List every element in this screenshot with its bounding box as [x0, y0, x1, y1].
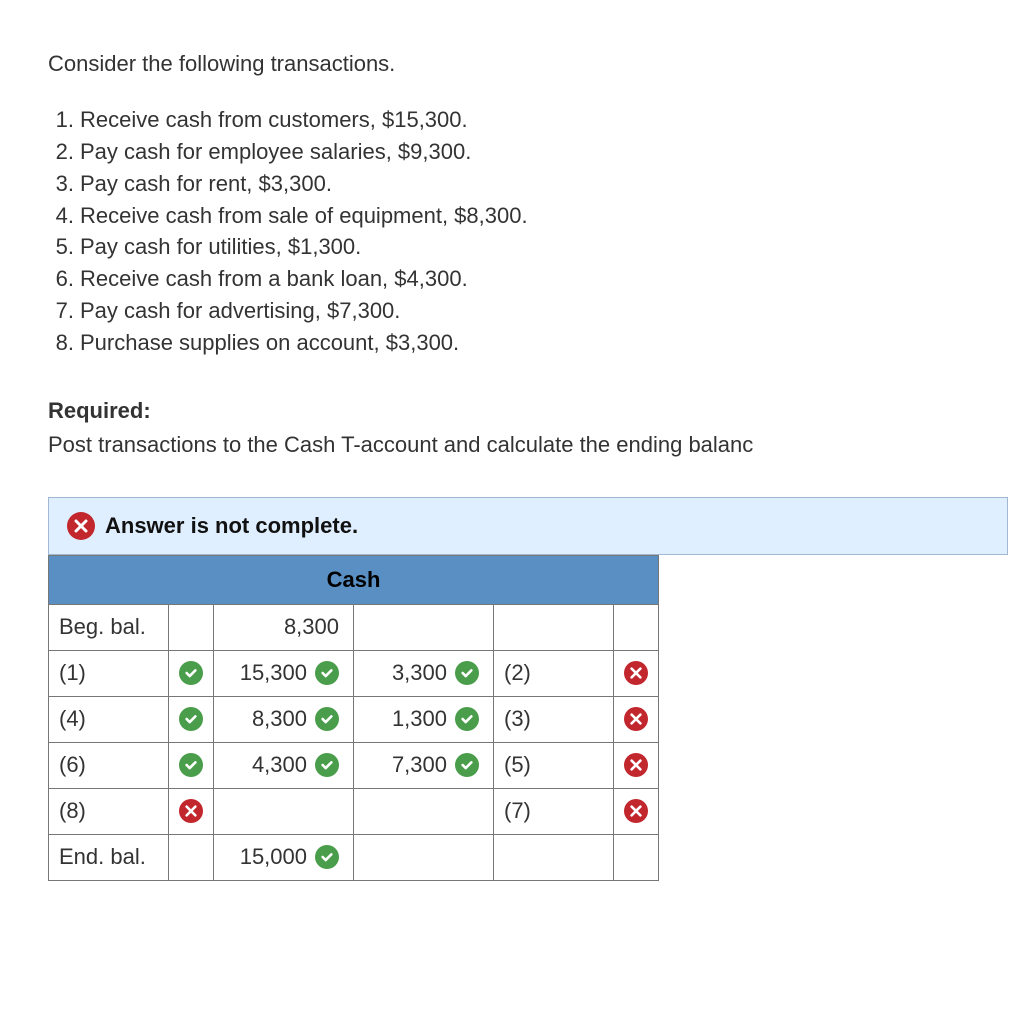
debit-ref-input[interactable]: (4) — [49, 696, 169, 742]
empty-cell — [614, 834, 659, 880]
intro-text: Consider the following transactions. — [48, 48, 1024, 80]
grade-cell — [614, 696, 659, 742]
grade-cell — [169, 788, 214, 834]
transaction-item: 1. Receive cash from customers, $15,300. — [48, 104, 1024, 136]
credit-ref-input[interactable]: (5) — [494, 742, 614, 788]
grade-cell — [169, 696, 214, 742]
table-row: (4) 8,300 1,300 (3) — [49, 696, 659, 742]
end-bal-label: End. bal. — [49, 834, 169, 880]
credit-amount-input[interactable]: 7,300 — [354, 742, 494, 788]
wrong-icon — [624, 753, 648, 777]
alert-message: Answer is not complete. — [105, 510, 358, 542]
tx-text: Receive cash from customers, $15,300. — [80, 104, 468, 136]
table-row: End. bal. 15,000 — [49, 834, 659, 880]
credit-amount-input[interactable]: 1,300 — [354, 696, 494, 742]
required-text: Post transactions to the Cash T-account … — [48, 429, 1024, 461]
check-icon — [179, 707, 203, 731]
tx-number: 4. — [48, 200, 74, 232]
credit-ref-input[interactable]: (2) — [494, 650, 614, 696]
empty-cell — [614, 604, 659, 650]
debit-ref-input[interactable]: (1) — [49, 650, 169, 696]
transaction-item: 6. Receive cash from a bank loan, $4,300… — [48, 263, 1024, 295]
empty-cell — [354, 834, 494, 880]
wrong-icon — [624, 661, 648, 685]
grade-cell — [169, 650, 214, 696]
debit-ref-input[interactable]: (6) — [49, 742, 169, 788]
tx-number: 2. — [48, 136, 74, 168]
check-icon — [315, 845, 339, 869]
amount-value: 4,300 — [237, 749, 307, 781]
credit-ref-input[interactable]: (3) — [494, 696, 614, 742]
amount-value: 15,300 — [237, 657, 307, 689]
transaction-list: 1. Receive cash from customers, $15,300.… — [48, 104, 1024, 359]
tx-number: 5. — [48, 231, 74, 263]
tx-text: Purchase supplies on account, $3,300. — [80, 327, 459, 359]
account-title: Cash — [49, 555, 659, 604]
check-icon — [455, 707, 479, 731]
debit-amount-input[interactable] — [214, 788, 354, 834]
tx-text: Pay cash for rent, $3,300. — [80, 168, 332, 200]
check-icon — [455, 753, 479, 777]
tx-number: 6. — [48, 263, 74, 295]
tx-text: Receive cash from sale of equipment, $8,… — [80, 200, 528, 232]
check-icon — [315, 661, 339, 685]
credit-amount-input[interactable]: 3,300 — [354, 650, 494, 696]
table-row: (6) 4,300 7,300 (5) — [49, 742, 659, 788]
debit-amount-input[interactable]: 8,300 — [214, 696, 354, 742]
wrong-icon — [67, 512, 95, 540]
debit-ref-input[interactable]: (8) — [49, 788, 169, 834]
grade-cell — [614, 742, 659, 788]
credit-amount-input[interactable] — [354, 788, 494, 834]
grade-cell — [614, 788, 659, 834]
amount-value: 8,300 — [269, 611, 339, 643]
amount-value: 8,300 — [237, 703, 307, 735]
check-icon — [315, 707, 339, 731]
tx-number: 3. — [48, 168, 74, 200]
transaction-item: 8. Purchase supplies on account, $3,300. — [48, 327, 1024, 359]
table-row: Beg. bal. 8,300 — [49, 604, 659, 650]
beg-bal-label: Beg. bal. — [49, 604, 169, 650]
check-icon — [455, 661, 479, 685]
transaction-item: 5. Pay cash for utilities, $1,300. — [48, 231, 1024, 263]
tx-number: 1. — [48, 104, 74, 136]
check-icon — [315, 753, 339, 777]
wrong-icon — [179, 799, 203, 823]
empty-cell — [169, 834, 214, 880]
transaction-item: 2. Pay cash for employee salaries, $9,30… — [48, 136, 1024, 168]
empty-cell — [169, 604, 214, 650]
amount-value: 15,000 — [237, 841, 307, 873]
cash-t-account: Cash Beg. bal. 8,300 (1) 15,300 — [48, 555, 659, 881]
wrong-icon — [624, 707, 648, 731]
table-row: (1) 15,300 3,300 (2) — [49, 650, 659, 696]
tx-text: Receive cash from a bank loan, $4,300. — [80, 263, 468, 295]
transaction-item: 4. Receive cash from sale of equipment, … — [48, 200, 1024, 232]
tx-number: 8. — [48, 327, 74, 359]
tx-text: Pay cash for employee salaries, $9,300. — [80, 136, 471, 168]
amount-value: 3,300 — [377, 657, 447, 689]
amount-value: 7,300 — [377, 749, 447, 781]
debit-amount-input[interactable]: 15,300 — [214, 650, 354, 696]
check-icon — [179, 753, 203, 777]
answer-incomplete-banner: Answer is not complete. — [48, 497, 1008, 555]
tx-text: Pay cash for utilities, $1,300. — [80, 231, 361, 263]
table-row: (8) (7) — [49, 788, 659, 834]
transaction-item: 3. Pay cash for rent, $3,300. — [48, 168, 1024, 200]
wrong-icon — [624, 799, 648, 823]
debit-amount-input[interactable]: 4,300 — [214, 742, 354, 788]
credit-ref-input[interactable]: (7) — [494, 788, 614, 834]
end-bal-amount-input[interactable]: 15,000 — [214, 834, 354, 880]
transaction-item: 7. Pay cash for advertising, $7,300. — [48, 295, 1024, 327]
amount-value: 1,300 — [377, 703, 447, 735]
beg-bal-amount: 8,300 — [214, 604, 354, 650]
check-icon — [179, 661, 203, 685]
empty-cell — [354, 604, 494, 650]
tx-number: 7. — [48, 295, 74, 327]
required-label: Required: — [48, 395, 1024, 427]
empty-cell — [494, 834, 614, 880]
grade-cell — [614, 650, 659, 696]
grade-cell — [169, 742, 214, 788]
tx-text: Pay cash for advertising, $7,300. — [80, 295, 400, 327]
empty-cell — [494, 604, 614, 650]
